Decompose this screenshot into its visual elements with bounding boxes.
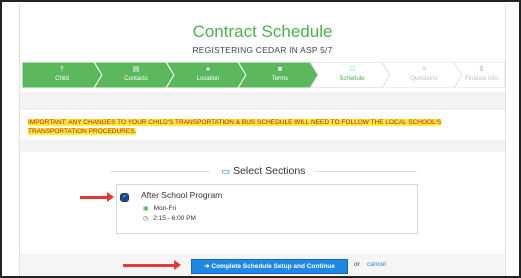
- progress-steps: † Child ▤ Contacts ● Location ■ Terms □ …: [22, 62, 505, 88]
- page-header: Contract Schedule REGISTERING CEDAR IN A…: [20, 22, 505, 55]
- spacer-band: [20, 92, 505, 110]
- section-days: Mon-Fri: [153, 205, 177, 212]
- step-finance-info-label: Finance Info: [464, 76, 499, 82]
- cancel-link[interactable]: cancel: [367, 261, 386, 268]
- annotation-arrow-checkbox: [80, 192, 114, 202]
- step-child[interactable]: † Child: [22, 62, 102, 88]
- step-schedule[interactable]: □ Schedule: [314, 62, 390, 88]
- contract-schedule-panel: Contract Schedule REGISTERING CEDAR IN A…: [19, 4, 506, 276]
- section-name: After School Program: [141, 190, 223, 200]
- section-checkbox[interactable]: ✓: [120, 193, 129, 202]
- transportation-notice: IMPORTANT: ANY CHANGES TO YOUR CHILD'S T…: [20, 116, 505, 138]
- page-subtitle: REGISTERING CEDAR IN ASP 5/7: [192, 45, 333, 55]
- screenshot-frame: Contract Schedule REGISTERING CEDAR IN A…: [0, 0, 521, 278]
- document-icon: ■: [277, 66, 283, 73]
- spacer-band-lower: [20, 140, 505, 152]
- step-location[interactable]: ● Location: [170, 62, 246, 88]
- step-terms[interactable]: ■ Terms: [242, 62, 318, 88]
- step-finance-info: $ Finance Info: [458, 62, 505, 88]
- step-contacts[interactable]: ▤ Contacts: [98, 62, 174, 88]
- or-text: or: [354, 261, 360, 268]
- contacts-icon: ▤: [132, 66, 140, 73]
- page-title: Contract Schedule: [192, 22, 333, 41]
- calendar-icon: ▣: [143, 206, 149, 212]
- dollar-icon: $: [479, 66, 484, 73]
- section-days-row: ▣ Mon-Fri: [143, 204, 176, 214]
- step-terms-label: Terms: [271, 76, 289, 82]
- section-time-row: ◷ 2:15 - 6:00 PM: [143, 214, 196, 224]
- person-icon: †: [60, 66, 64, 73]
- step-child-label: Child: [55, 76, 69, 82]
- step-schedule-label: Schedule: [339, 76, 365, 82]
- complete-schedule-button[interactable]: ➜ Complete Schedule Setup and Continue: [191, 259, 348, 274]
- step-questions: ≡ Questions: [386, 62, 462, 88]
- select-sections-label: Select Sections: [233, 165, 306, 177]
- section-time: 2:15 - 6:00 PM: [153, 215, 196, 222]
- select-sections-title: ▭ Select Sections: [110, 164, 417, 178]
- calendar-icon: □: [349, 66, 355, 73]
- step-contacts-label: Contacts: [124, 76, 148, 82]
- step-questions-label: Questions: [410, 76, 438, 82]
- calendar-icon: ▭: [221, 166, 231, 176]
- step-location-label: Location: [196, 76, 220, 82]
- list-icon: ≡: [421, 66, 427, 73]
- select-sections-heading: ▭ Select Sections: [110, 164, 417, 178]
- transportation-notice-text: IMPORTANT: ANY CHANGES TO YOUR CHILD'S T…: [28, 119, 442, 135]
- location-pin-icon: ●: [205, 66, 211, 73]
- clock-icon: ◷: [143, 216, 149, 222]
- annotation-arrow-button: [123, 260, 181, 270]
- complete-schedule-label: Complete Schedule Setup and Continue: [211, 263, 335, 270]
